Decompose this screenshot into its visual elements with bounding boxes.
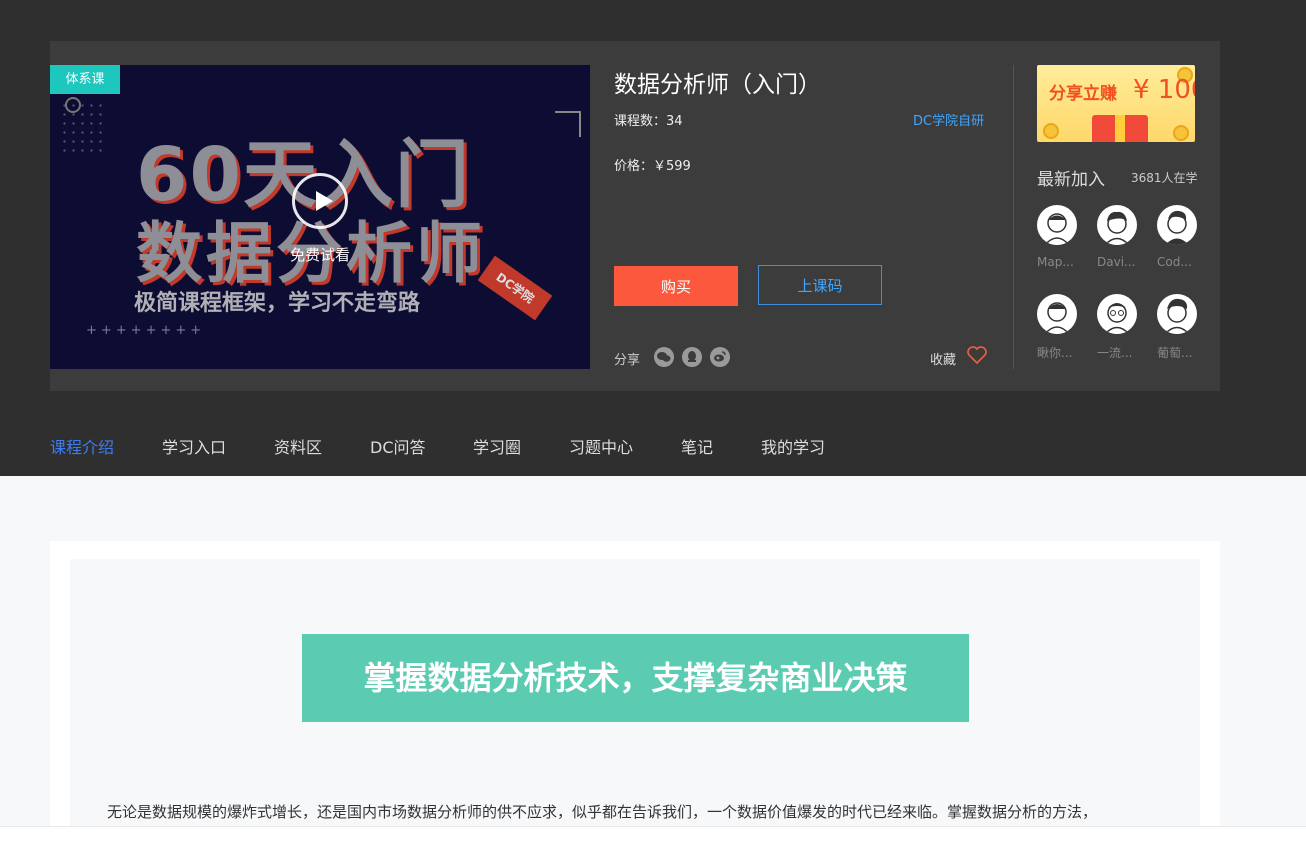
buy-button[interactable]: 购买 — [614, 266, 738, 306]
class-code-button[interactable]: 上课码 — [758, 265, 882, 305]
decor-stairs — [555, 111, 581, 137]
learner-count: 3681人在学 — [1131, 171, 1198, 185]
tab-course-intro[interactable]: 课程介绍 — [50, 434, 114, 458]
promo-text: 分享立赚 — [1049, 84, 1117, 104]
tab-qa[interactable]: DC问答 — [370, 434, 426, 458]
avatar[interactable] — [1097, 294, 1137, 334]
org-link[interactable]: DC学院自研 — [913, 110, 984, 129]
qq-icon[interactable] — [682, 347, 702, 367]
share-label: 分享 — [614, 353, 641, 368]
cover-slogan: 极简课程框架，学习不走弯路 — [134, 290, 421, 316]
course-cover-video[interactable]: 60天入门 数据分析师 极简课程框架，学习不走弯路 ++++++++ DC学院 … — [50, 65, 590, 369]
intro-content: 掌握数据分析技术，支撑复杂商业决策 无论是数据规模的爆炸式增长，还是国内市场数据… — [70, 559, 1200, 844]
share-earn-banner[interactable]: 分享立赚 ¥ 100 — [1037, 65, 1195, 142]
tab-materials[interactable]: 资料区 — [274, 434, 322, 458]
intro-paragraph: 无论是数据规模的爆炸式增长，还是国内市场数据分析师的供不应求，似乎都在告诉我们，… — [107, 803, 1098, 821]
course-price: 价格：￥599 — [614, 159, 691, 174]
play-icon[interactable] — [292, 173, 348, 229]
wechat-icon[interactable] — [654, 347, 674, 367]
learner-name: Cod... — [1157, 255, 1192, 269]
learner-name: 一流... — [1097, 346, 1133, 360]
promo-amount: ¥ 100 — [1133, 75, 1195, 105]
avatar[interactable] — [1037, 294, 1077, 334]
course-header: 60天入门 数据分析师 极简课程框架，学习不走弯路 ++++++++ DC学院 … — [0, 0, 1306, 476]
bottom-bar — [0, 826, 1306, 844]
heart-icon[interactable] — [966, 345, 988, 369]
decor-ring — [65, 97, 81, 113]
favorite-label[interactable]: 收藏 — [930, 349, 956, 368]
cover-logo: DC学院 — [477, 255, 553, 321]
avatar[interactable] — [1157, 294, 1197, 334]
avatar[interactable] — [1037, 205, 1077, 245]
course-card: 60天入门 数据分析师 极简课程框架，学习不走弯路 ++++++++ DC学院 … — [50, 41, 1220, 391]
vertical-divider — [1013, 65, 1014, 369]
cover-plus-decor: ++++++++ — [86, 323, 206, 338]
course-title: 数据分析师（入门） — [614, 72, 821, 98]
learner-name: Davi... — [1097, 255, 1136, 269]
tab-my-learning[interactable]: 我的学习 — [761, 434, 825, 458]
learner-name: Map... — [1037, 255, 1074, 269]
coin-icon — [1043, 123, 1059, 139]
course-intro-panel: 掌握数据分析技术，支撑复杂商业决策 无论是数据规模的爆炸式增长，还是国内市场数据… — [50, 541, 1220, 844]
coin-icon — [1173, 125, 1189, 141]
learner-name: 瞅你... — [1037, 346, 1073, 360]
free-trial-label[interactable]: 免费试看 — [270, 244, 370, 265]
weibo-icon[interactable] — [710, 347, 730, 367]
tab-exercise-center[interactable]: 习题中心 — [569, 434, 633, 458]
course-type-badge: 体系课 — [50, 65, 120, 94]
learner-name: 葡萄... — [1157, 346, 1193, 360]
avatar[interactable] — [1097, 205, 1137, 245]
intro-hero-banner: 掌握数据分析技术，支撑复杂商业决策 — [302, 634, 969, 722]
gift-icon — [1092, 115, 1148, 142]
avatar[interactable] — [1157, 205, 1197, 245]
tab-learning-circle[interactable]: 学习圈 — [473, 434, 521, 458]
tab-learning-entry[interactable]: 学习入口 — [162, 434, 226, 458]
latest-joined-title: 最新加入 — [1037, 170, 1105, 190]
tab-notes[interactable]: 笔记 — [681, 434, 713, 458]
lesson-count: 课程数：34 — [614, 114, 683, 129]
